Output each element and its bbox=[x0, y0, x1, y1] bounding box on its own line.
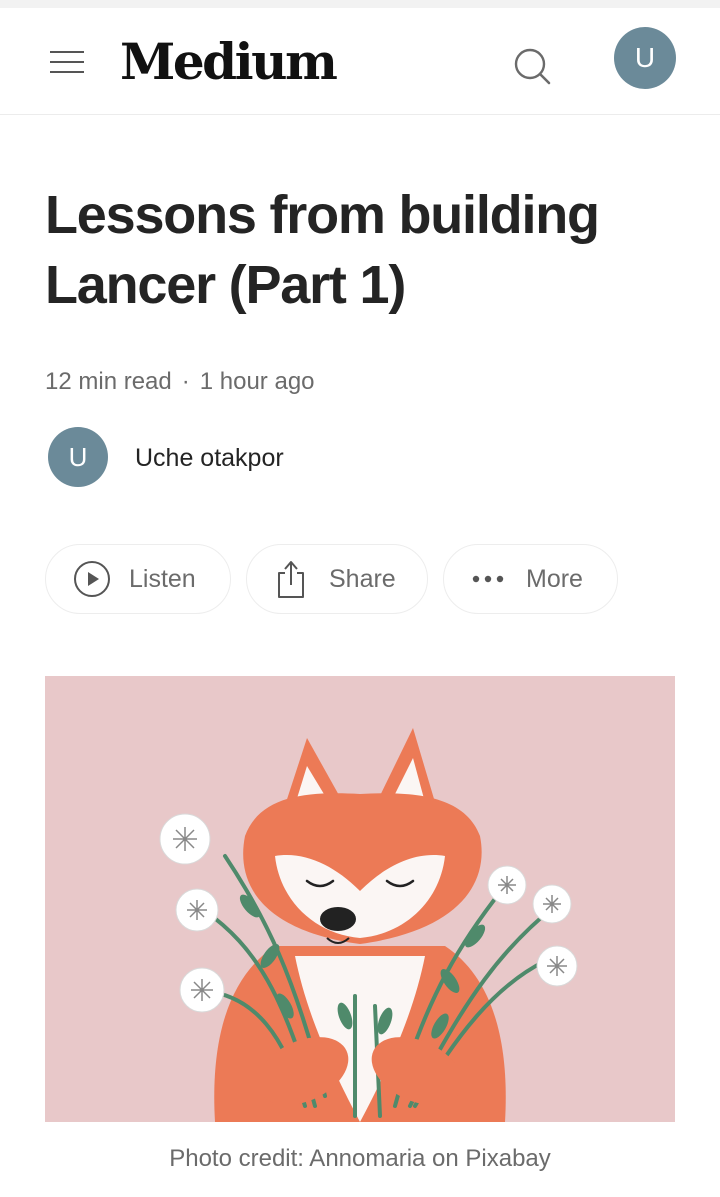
play-icon bbox=[74, 561, 110, 597]
read-time: 12 min read bbox=[45, 368, 172, 395]
article-meta: 12 min read · 1 hour ago bbox=[45, 367, 315, 397]
hamburger-menu-icon[interactable] bbox=[50, 50, 84, 74]
posted-time: 1 hour ago bbox=[199, 368, 315, 395]
status-bar-edge bbox=[0, 0, 720, 8]
more-label: More bbox=[526, 564, 583, 593]
share-label: Share bbox=[329, 564, 396, 593]
fox-with-flowers-illustration bbox=[45, 676, 675, 1122]
more-button[interactable]: More bbox=[443, 544, 618, 614]
article-hero-image bbox=[45, 676, 675, 1122]
user-avatar[interactable]: U bbox=[614, 27, 676, 89]
more-dots-icon bbox=[472, 575, 504, 583]
listen-label: Listen bbox=[129, 564, 196, 593]
article-title: Lessons from building Lancer (Part 1) bbox=[45, 185, 600, 315]
share-button[interactable]: Share bbox=[246, 544, 428, 614]
author-avatar[interactable]: U bbox=[48, 427, 108, 487]
listen-button[interactable]: Listen bbox=[45, 544, 231, 614]
share-icon bbox=[278, 561, 304, 598]
medium-logo[interactable]: Medium bbox=[120, 32, 338, 92]
image-caption: Photo credit: Annomaria on Pixabay bbox=[169, 1145, 551, 1172]
author-name[interactable]: Uche otakpor bbox=[135, 444, 284, 473]
top-app-bar: Medium U bbox=[0, 8, 720, 115]
meta-separator: · bbox=[181, 368, 190, 395]
search-icon[interactable] bbox=[512, 46, 552, 86]
